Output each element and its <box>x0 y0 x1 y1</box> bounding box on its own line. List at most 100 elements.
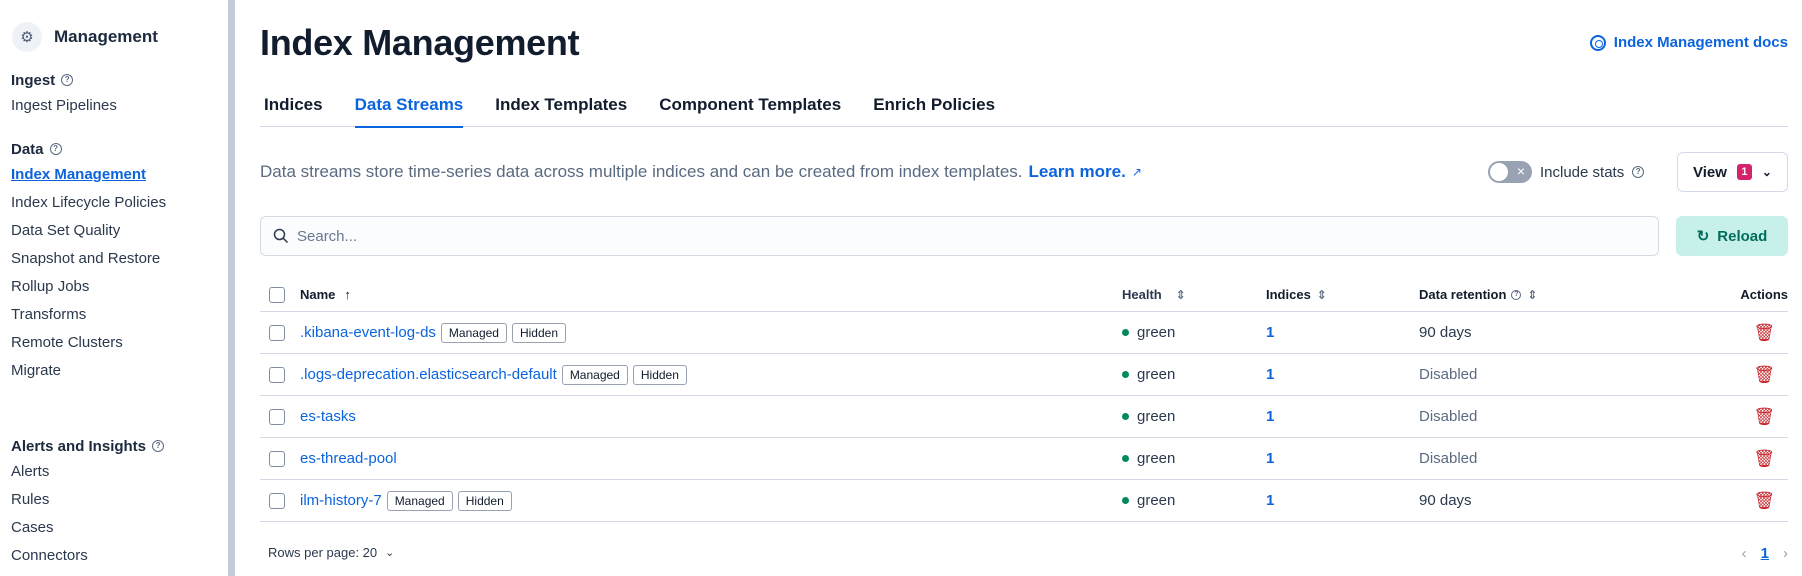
hidden-badge: Hidden <box>457 490 512 511</box>
sort-icon: ⇕ <box>1527 287 1538 302</box>
nav-group-alerts-insights: Alerts and Insights ? Alerts Rules Cases… <box>11 436 165 570</box>
docs-link[interactable]: Index Management docs <box>1589 34 1788 51</box>
column-header-name[interactable]: Name ↑ <box>300 287 351 302</box>
tab-enrich-policies[interactable]: Enrich Policies <box>873 93 995 127</box>
sidebar-item-connectors[interactable]: Connectors <box>11 542 164 570</box>
table-row: ilm-history-7 Managed Hidden green 1 90 … <box>260 480 1788 522</box>
health-dot-icon <box>1122 371 1129 378</box>
table-row: .kibana-event-log-ds Managed Hidden gree… <box>260 312 1788 354</box>
sidebar-item-cases[interactable]: Cases <box>11 514 164 542</box>
data-streams-table: Name ↑ Health ⇕ Indices ⇕ Data retention… <box>260 278 1788 522</box>
row-checkbox[interactable] <box>269 450 285 467</box>
help-icon[interactable]: ? <box>61 74 74 86</box>
sidebar-item-ingest-pipelines[interactable]: Ingest Pipelines <box>11 92 117 120</box>
trash-icon[interactable]: 🗑 <box>1753 449 1775 469</box>
sidebar-item-remote-clusters[interactable]: Remote Clusters <box>11 329 166 357</box>
help-icon[interactable]: ? <box>1511 289 1522 300</box>
sidebar-title: Management <box>54 27 158 46</box>
view-button[interactable]: View 1 ⌄ <box>1677 152 1788 192</box>
sidebar: ⚙ Management Ingest ? Ingest Pipelines D… <box>0 0 228 576</box>
chevron-left-icon[interactable]: ‹ <box>1742 545 1747 562</box>
sidebar-header: ⚙ Management <box>12 22 158 52</box>
trash-icon[interactable]: 🗑 <box>1753 323 1775 343</box>
data-stream-link[interactable]: es-thread-pool <box>300 450 397 467</box>
table-footer: Rows per page: 20 ⌄ ‹ 1 › <box>260 545 1788 565</box>
sidebar-item-data-set-quality[interactable]: Data Set Quality <box>11 217 166 245</box>
column-label: Data retention <box>1419 287 1507 302</box>
row-checkbox[interactable] <box>269 366 285 383</box>
retention-value: Disabled <box>1419 408 1478 425</box>
column-label: Name <box>300 287 336 302</box>
view-label: View <box>1693 163 1727 181</box>
health-cell: green <box>1122 450 1175 467</box>
row-checkbox[interactable] <box>269 408 285 425</box>
nav-group-ingest: Ingest ? Ingest Pipelines <box>11 70 117 120</box>
indices-link[interactable]: 1 <box>1266 492 1274 509</box>
trash-icon[interactable]: 🗑 <box>1753 491 1775 511</box>
health-dot-icon <box>1122 329 1129 336</box>
search-icon <box>273 228 289 244</box>
health-label: green <box>1137 450 1176 467</box>
refresh-icon: ↻ <box>1696 228 1710 245</box>
row-checkbox[interactable] <box>269 324 285 341</box>
trash-icon[interactable]: 🗑 <box>1753 365 1775 385</box>
health-cell: green <box>1122 408 1175 425</box>
sidebar-item-rollup-jobs[interactable]: Rollup Jobs <box>11 273 166 301</box>
include-stats-switch[interactable]: × <box>1488 161 1532 183</box>
learn-more-link[interactable]: Learn more. ↗ <box>1029 162 1142 182</box>
tab-data-streams[interactable]: Data Streams <box>354 93 463 128</box>
name-cell: .kibana-event-log-ds Managed Hidden <box>300 322 566 343</box>
row-checkbox[interactable] <box>269 492 285 509</box>
table-header: Name ↑ Health ⇕ Indices ⇕ Data retention… <box>260 278 1788 312</box>
nav-heading-label: Ingest <box>11 71 56 89</box>
page-number-button[interactable]: 1 <box>1761 545 1769 562</box>
sidebar-item-index-lifecycle-policies[interactable]: Index Lifecycle Policies <box>11 189 166 217</box>
table-row: es-tasks green 1 Disabled 🗑 <box>260 396 1788 438</box>
indices-link[interactable]: 1 <box>1266 366 1274 383</box>
page-title: Index Management <box>260 22 580 63</box>
sidebar-scrollbar[interactable] <box>228 0 235 576</box>
sidebar-item-snapshot-and-restore[interactable]: Snapshot and Restore <box>11 245 166 273</box>
rows-per-page-selector[interactable]: Rows per page: 20 ⌄ <box>268 545 394 560</box>
tab-index-templates[interactable]: Index Templates <box>495 93 627 127</box>
help-icon[interactable]: ? <box>1632 166 1645 178</box>
help-icon[interactable]: ? <box>49 143 62 155</box>
column-header-data-retention[interactable]: Data retention ? ⇕ <box>1419 287 1537 302</box>
chevron-right-icon[interactable]: › <box>1783 545 1788 562</box>
nav-group-data: Data ? Index Management Index Lifecycle … <box>11 139 166 385</box>
reload-label: Reload <box>1717 227 1768 245</box>
sidebar-item-index-management[interactable]: Index Management <box>11 161 166 189</box>
sidebar-item-alerts[interactable]: Alerts <box>11 458 164 486</box>
tab-indices[interactable]: Indices <box>264 93 323 127</box>
column-header-indices[interactable]: Indices ⇕ <box>1266 287 1327 302</box>
health-label: green <box>1137 324 1176 341</box>
help-icon[interactable]: ? <box>152 440 165 452</box>
rows-per-page-label: Rows per page: 20 <box>268 545 378 560</box>
sidebar-item-transforms[interactable]: Transforms <box>11 301 166 329</box>
search-input[interactable] <box>297 227 1597 245</box>
data-stream-link[interactable]: .logs-deprecation.elasticsearch-default <box>300 366 557 383</box>
indices-link[interactable]: 1 <box>1266 324 1274 341</box>
data-stream-link[interactable]: .kibana-event-log-ds <box>300 324 436 341</box>
indices-link[interactable]: 1 <box>1266 450 1274 467</box>
tab-component-templates[interactable]: Component Templates <box>659 93 841 127</box>
data-stream-link[interactable]: ilm-history-7 <box>300 492 382 509</box>
indices-link[interactable]: 1 <box>1266 408 1274 425</box>
reload-button[interactable]: ↻ Reload <box>1676 216 1788 256</box>
retention-value: Disabled <box>1419 450 1478 467</box>
column-header-actions: Actions <box>1740 287 1788 302</box>
trash-icon[interactable]: 🗑 <box>1753 407 1775 427</box>
chevron-down-icon: ⌄ <box>1761 165 1772 179</box>
lifebuoy-icon <box>1589 34 1606 51</box>
retention-value: 90 days <box>1419 492 1472 509</box>
pagination: ‹ 1 › <box>1742 545 1788 562</box>
data-stream-link[interactable]: es-tasks <box>300 408 356 425</box>
select-all-checkbox[interactable] <box>269 286 285 303</box>
column-header-health[interactable]: Health ⇕ <box>1122 287 1186 302</box>
retention-value: 90 days <box>1419 324 1472 341</box>
sidebar-item-rules[interactable]: Rules <box>11 486 164 514</box>
tab-bar: Indices Data Streams Index Templates Com… <box>260 93 1788 128</box>
table-row: .logs-deprecation.elasticsearch-default … <box>260 354 1788 396</box>
sidebar-item-migrate[interactable]: Migrate <box>11 357 166 385</box>
health-dot-icon <box>1122 413 1129 420</box>
